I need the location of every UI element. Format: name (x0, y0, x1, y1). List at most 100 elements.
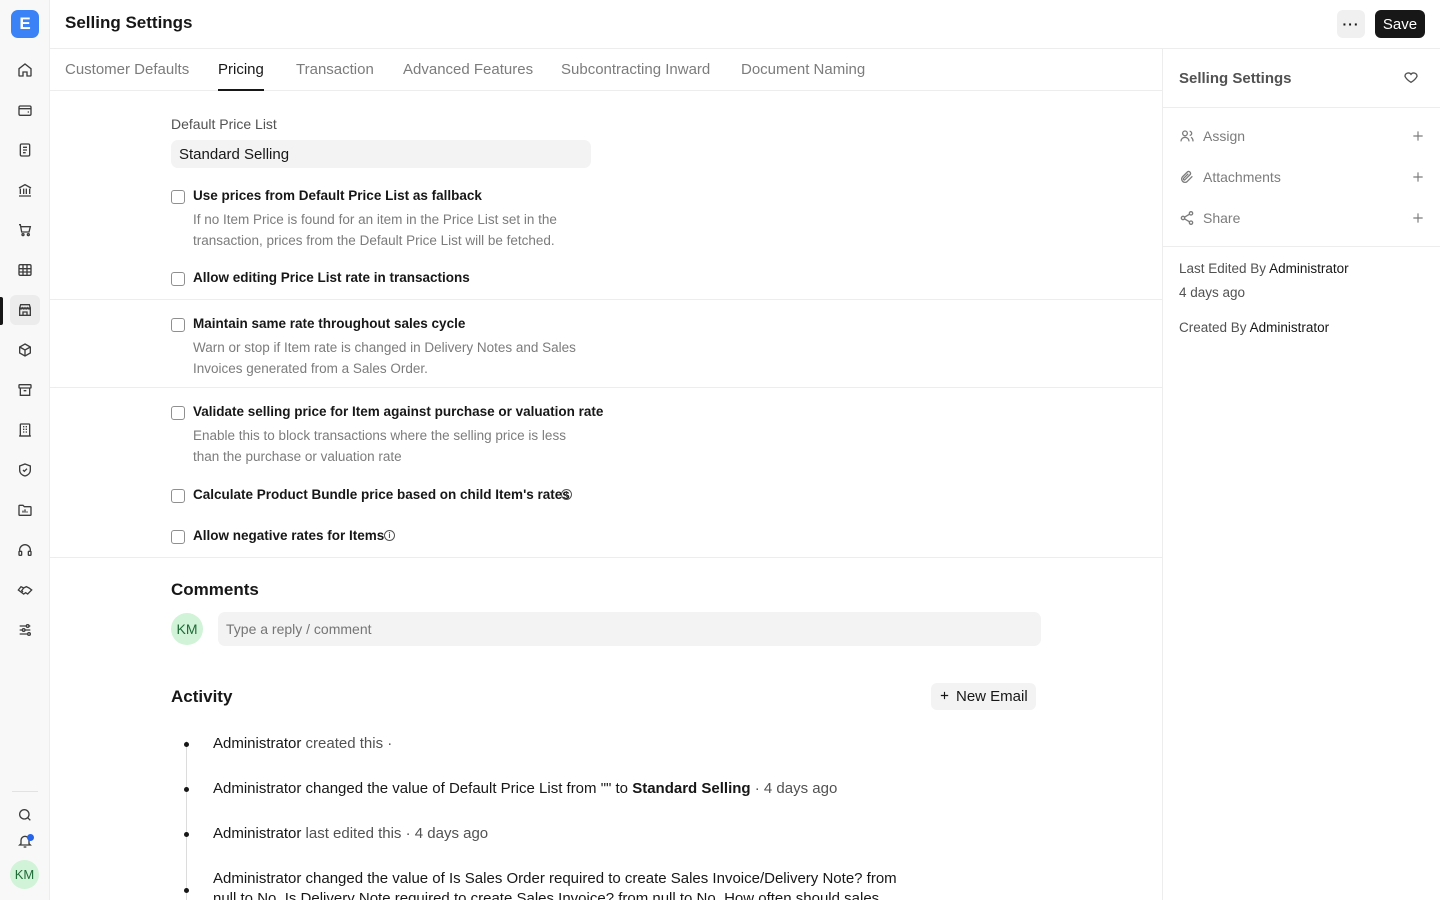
activity-item: Administrator changed the value of Defau… (213, 780, 837, 797)
bundle-price-label: Calculate Product Bundle price based on … (193, 487, 570, 502)
package-icon[interactable] (10, 335, 40, 365)
new-email-label: New Email (956, 688, 1028, 705)
headset-icon[interactable] (10, 535, 40, 565)
activity-user[interactable]: Administrator (213, 780, 301, 797)
tab-transaction[interactable]: Transaction (296, 49, 374, 91)
add-assign-icon[interactable] (1411, 129, 1425, 143)
rail-divider (12, 791, 38, 792)
share-row[interactable]: Share (1179, 208, 1425, 228)
share-label: Share (1203, 210, 1241, 226)
wallet-icon[interactable] (10, 95, 40, 125)
add-share-icon[interactable] (1411, 211, 1425, 225)
activity-item-line: null to No, Is Delivery Note required to… (213, 890, 880, 900)
tab-customer-defaults[interactable]: Customer Defaults (65, 49, 189, 91)
maintain-rate-checkbox[interactable] (171, 318, 185, 332)
fallback-label: Use prices from Default Price List as fa… (193, 188, 482, 203)
fallback-description: If no Item Price is found for an item in… (193, 212, 557, 248)
comment-avatar: KM (171, 613, 203, 645)
default-price-list-field[interactable]: Standard Selling (171, 140, 591, 168)
assign-row[interactable]: Assign (1179, 126, 1425, 146)
handshake-icon[interactable] (10, 575, 40, 605)
sliders-icon[interactable] (10, 615, 40, 645)
section-divider (50, 387, 1162, 388)
tab-advanced-features[interactable]: Advanced Features (403, 49, 533, 91)
activity-bullet (184, 888, 189, 893)
activity-user[interactable]: Administrator (213, 735, 301, 752)
negative-rates-checkbox[interactable] (171, 530, 185, 544)
cart-icon[interactable] (10, 215, 40, 245)
sidebar-divider (1163, 246, 1440, 247)
sidebar-title: Selling Settings (1179, 70, 1292, 87)
negative-rates-label: Allow negative rates for Items (193, 528, 385, 543)
allow-edit-rate-label: Allow editing Price List rate in transac… (193, 270, 470, 285)
active-indicator (0, 297, 3, 325)
add-attachment-icon[interactable] (1411, 170, 1425, 184)
notification-dot (27, 834, 34, 841)
comment-input[interactable] (218, 612, 1041, 646)
last-edited-prefix: Last Edited By (1179, 261, 1267, 276)
activity-text: last edited this · 4 days ago (305, 825, 489, 842)
attachments-row[interactable]: Attachments (1179, 167, 1425, 187)
allow-edit-rate-checkbox[interactable] (171, 272, 185, 286)
activity-bullet (184, 832, 189, 837)
assign-label: Assign (1203, 128, 1246, 144)
section-divider (50, 299, 1162, 300)
last-edited-time: 4 days ago (1179, 285, 1246, 300)
page-title: Selling Settings (65, 13, 193, 32)
file-text-icon[interactable] (10, 135, 40, 165)
shield-icon[interactable] (10, 455, 40, 485)
users-icon (1179, 128, 1195, 144)
section-divider (50, 557, 1162, 558)
maintain-rate-description: Warn or stop if Item rate is changed in … (193, 340, 576, 376)
created-user[interactable]: Administrator (1250, 320, 1330, 335)
activity-item: Administrator last edited this · 4 days … (213, 825, 488, 842)
building-icon[interactable] (10, 415, 40, 445)
store-icon[interactable] (10, 295, 40, 325)
activity-user[interactable]: Administrator (213, 825, 301, 842)
created-info: Created By Administrator (1179, 320, 1329, 335)
activity-bullet (184, 787, 189, 792)
new-email-button[interactable]: New Email (931, 683, 1036, 710)
created-prefix: Created By (1179, 320, 1247, 335)
sidebar-divider (1163, 107, 1440, 108)
archive-icon[interactable] (10, 375, 40, 405)
more-actions-button[interactable]: ··· (1337, 10, 1365, 38)
folder-chart-icon[interactable] (10, 495, 40, 525)
validate-selling-description: Enable this to block transactions where … (193, 428, 566, 464)
tab-bar: Customer Defaults Pricing Transaction Ad… (50, 49, 1162, 91)
share-icon (1179, 210, 1195, 226)
activity-time: · 4 days ago (754, 780, 838, 797)
tab-document-naming[interactable]: Document Naming (741, 49, 865, 91)
save-button[interactable]: Save (1375, 10, 1425, 38)
table-icon[interactable] (10, 255, 40, 285)
activity-value: Standard Selling (632, 780, 751, 797)
activity-text: changed the value of Default Price List … (305, 780, 629, 797)
attachments-label: Attachments (1203, 169, 1281, 185)
last-edited-user[interactable]: Administrator (1269, 261, 1349, 276)
app-logo[interactable]: E (11, 10, 39, 38)
bell-icon[interactable] (10, 826, 40, 856)
maintain-rate-label: Maintain same rate throughout sales cycl… (193, 316, 466, 331)
heart-icon[interactable] (1403, 69, 1419, 90)
bundle-price-info-icon[interactable]: i (561, 489, 572, 500)
default-price-list-label: Default Price List (171, 116, 277, 132)
activity-heading: Activity (171, 687, 233, 706)
last-edited-info: Last Edited By Administrator (1179, 261, 1349, 276)
home-icon[interactable] (10, 55, 40, 85)
comments-heading: Comments (171, 580, 259, 599)
tab-pricing[interactable]: Pricing (218, 49, 264, 91)
activity-timeline (186, 741, 187, 900)
side-panel: Selling Settings Assign Attachments Shar… (1162, 49, 1440, 900)
form-body: Default Price List Standard Selling Use … (50, 91, 1162, 900)
tab-subcontracting-inward[interactable]: Subcontracting Inward (561, 49, 710, 91)
user-avatar[interactable]: KM (10, 860, 39, 889)
bundle-price-checkbox[interactable] (171, 489, 185, 503)
icon-rail: E KM (0, 0, 50, 900)
bank-icon[interactable] (10, 175, 40, 205)
paperclip-icon (1179, 169, 1195, 185)
validate-selling-checkbox[interactable] (171, 406, 185, 420)
top-bar: Selling Settings ··· Save (50, 0, 1440, 49)
activity-bullet (184, 742, 189, 747)
fallback-checkbox[interactable] (171, 190, 185, 204)
negative-rates-info-icon[interactable]: i (384, 530, 395, 541)
